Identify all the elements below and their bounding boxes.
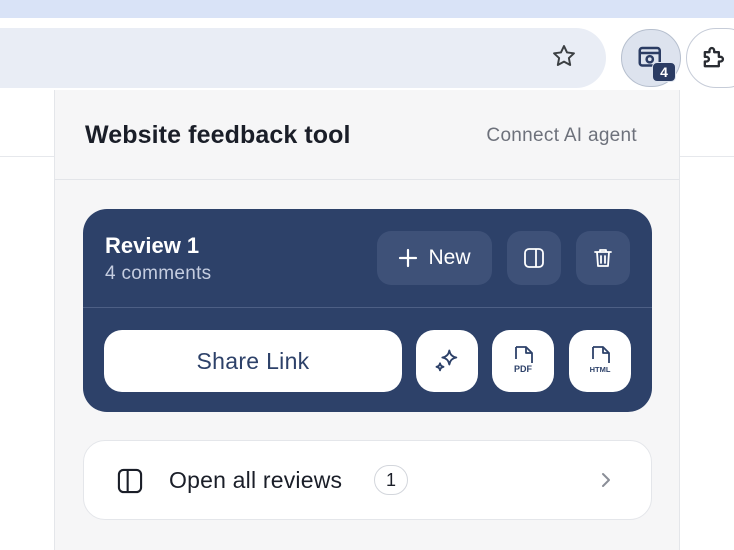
puzzle-icon (703, 46, 725, 68)
chevron-right-icon (602, 473, 610, 487)
browser-toolbar: 4 (0, 18, 734, 90)
plus-icon (399, 248, 418, 268)
address-bar[interactable] (0, 28, 606, 88)
share-link-button[interactable]: Share Link (104, 330, 402, 392)
card-divider (83, 307, 652, 308)
connect-ai-agent-link[interactable]: Connect AI agent (486, 125, 637, 147)
review-comment-count: 4 comments (105, 263, 212, 284)
reviews-count-badge: 1 (374, 465, 408, 495)
pdf-file-icon: PDF (514, 346, 533, 374)
export-pdf-button[interactable]: PDF (492, 330, 554, 392)
new-review-label: New (428, 246, 471, 269)
popup-header: Website feedback tool Connect AI agent (55, 90, 679, 180)
toggle-sidebar-button[interactable] (507, 231, 561, 285)
ai-assist-button[interactable] (416, 330, 478, 392)
feedback-popup: Website feedback tool Connect AI agent R… (54, 90, 680, 550)
trash-icon (594, 249, 612, 267)
new-review-button[interactable]: New (377, 231, 492, 285)
open-all-reviews-label: Open all reviews (169, 467, 343, 493)
pdf-icon-label: PDF (514, 364, 533, 374)
export-html-button[interactable]: HTML (569, 330, 631, 392)
bookmark-star-button[interactable] (548, 40, 580, 72)
sidebar-panel-icon (117, 468, 143, 494)
browser-tab-strip (0, 0, 734, 18)
extension-badge: 4 (652, 62, 676, 82)
review-card: Review 1 4 comments New Share Link PDF H… (83, 209, 652, 412)
sparkle-icon (435, 349, 458, 372)
popup-title: Website feedback tool (85, 121, 351, 149)
feedback-extension-button[interactable]: 4 (621, 29, 681, 87)
star-icon (553, 45, 575, 66)
sidebar-panel-icon (524, 248, 544, 268)
extensions-menu-button[interactable] (686, 28, 734, 88)
delete-review-button[interactable] (576, 231, 630, 285)
open-all-reviews-row[interactable]: Open all reviews 1 (83, 440, 652, 520)
review-title: Review 1 (105, 233, 200, 258)
html-icon-label: HTML (590, 365, 611, 374)
html-file-icon: HTML (590, 346, 611, 374)
